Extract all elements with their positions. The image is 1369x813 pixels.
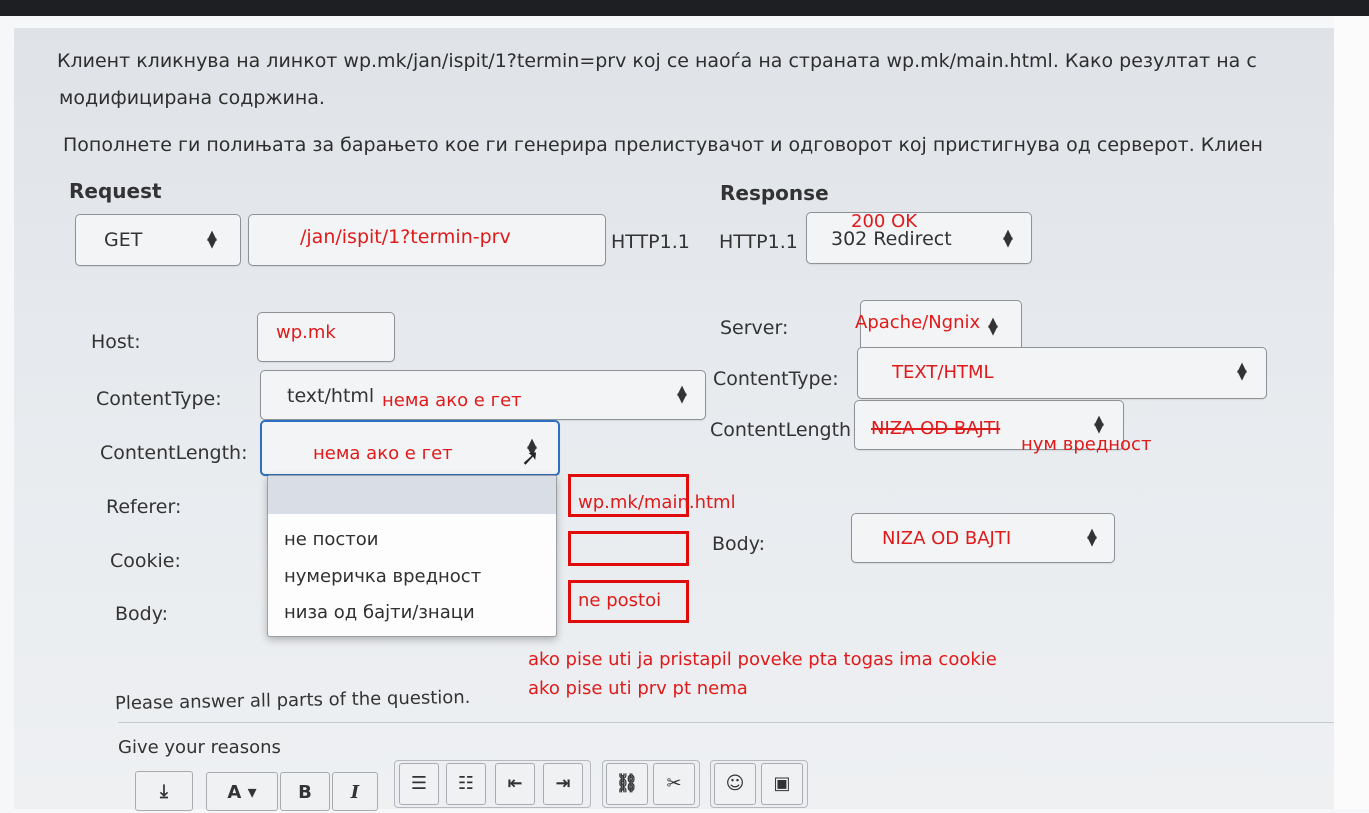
content-type-label: ContentType: [96,388,222,410]
path-value: /jan/ispit/1?termin-prv [300,226,511,248]
method-value: GET [104,229,143,251]
response-content-type-value: TEXT/HTML [892,362,994,383]
bold-button[interactable]: B [280,772,330,811]
font-button-label: A [227,782,242,803]
question-line-2: модифицирана содржина. [59,87,325,109]
content-type-value: text/html [287,385,375,407]
select-arrows-icon: ▲ ▼ [988,315,998,338]
link-icon[interactable]: ⛓ [606,763,648,805]
right-margin [1334,16,1369,809]
bullet-list-icon[interactable]: ☰ [399,763,439,805]
content-length-dropdown: не постои нумеричка вредност низа од бај… [267,475,557,637]
body-annotation: ne postoi [578,590,662,611]
response-version: HTTP1.1 [719,231,798,253]
dropdown-option-empty[interactable] [268,476,556,514]
cookie-note-1: ako pise uti ja pristapil poveke pta tog… [528,649,997,670]
status-select[interactable]: 302 Redirect ▲ ▼ [806,212,1032,264]
status-note: 200 OK [851,211,918,232]
dropdown-option-numeric[interactable]: нумеричка вредност [284,566,481,587]
dropdown-option-not-exist[interactable]: не постои [284,529,378,550]
request-heading: Request [69,179,162,203]
cookie-label: Cookie: [110,550,181,572]
host-label: Host: [91,331,141,353]
host-value: wp.mk [276,322,336,343]
referer-label: Referer: [106,496,182,518]
question-line-1: Клиент кликнува на линкот wp.mk/jan/ispi… [57,50,1257,72]
select-arrows-icon: ▲ ▼ [677,383,687,406]
select-arrows-icon: ▲ ▼ [1087,526,1097,549]
response-heading: Response [720,181,829,205]
cookie-note-2: ako pise uti prv pt nema [528,678,748,699]
method-select[interactable]: GET ▲ ▼ [75,214,241,266]
response-body-value: NIZA OD BAJTI [882,528,1012,549]
cookie-annotation-box [568,531,689,566]
response-content-length-note: нум вредност [1021,434,1152,455]
paragraph-format-button[interactable]: ⤓ [135,771,193,811]
server-value: Apache/Ngnix [855,312,981,333]
response-content-type-label: ContentType: [713,368,839,390]
question-line-3: Пополнете ги полињата за барањето кое ги… [63,134,1263,156]
referer-annotation: wp.mk/main.html [578,492,736,513]
numbered-list-icon[interactable]: ☷ [446,763,486,805]
select-arrows-icon: ▲ ▼ [207,228,217,251]
emoji-icon[interactable]: ☺ [714,763,756,805]
select-arrows-icon: ▲ ▼ [1237,360,1247,383]
mouse-cursor-icon: ➚ [521,446,540,471]
content-length-value: нема ако е гет [313,443,453,464]
outdent-icon[interactable]: ⇤ [495,763,535,805]
content-length-label: ContentLength: [100,442,248,464]
response-body-label: Body: [712,533,765,555]
select-arrows-icon: ▲ ▼ [1094,413,1104,436]
request-version: HTTP1.1 [611,231,690,253]
body-label: Body: [115,603,168,625]
unlink-icon[interactable]: ✂ [653,763,695,805]
select-arrows-icon: ▲ ▼ [1003,227,1013,250]
indent-icon[interactable]: ⇥ [543,763,583,805]
window-top-bar [0,0,1369,16]
italic-button[interactable]: I [332,772,378,811]
response-content-length-struck: NIZA OD BAJTI [871,418,1001,439]
font-button[interactable]: A ▾ [206,772,278,811]
content-type-note: нема ако е гет [382,390,522,411]
dropdown-option-bytes[interactable]: низа од бајти/знаци [284,602,475,623]
image-icon[interactable]: ▣ [761,763,803,805]
response-content-length-label: ContentLength [710,419,852,441]
server-label: Server: [720,317,789,339]
